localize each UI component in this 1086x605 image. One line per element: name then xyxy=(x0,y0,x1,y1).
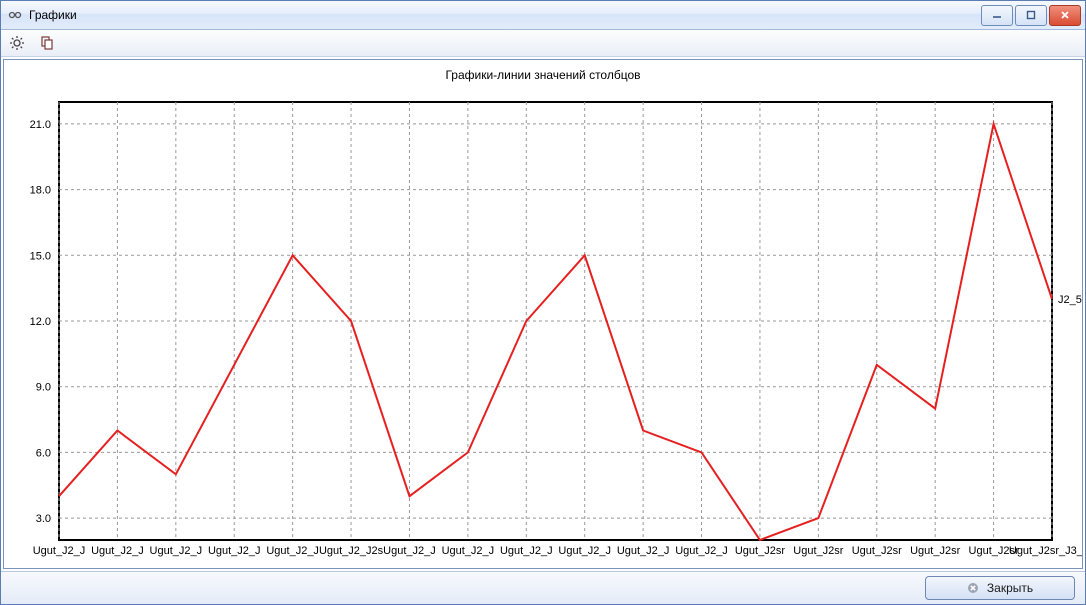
chart-title: Графики-линии значений столбцов xyxy=(4,60,1082,82)
svg-text:12.0: 12.0 xyxy=(30,316,51,328)
svg-text:Ugut_J2_J: Ugut_J2_J xyxy=(383,545,436,557)
svg-text:Ugut_J2sr: Ugut_J2sr xyxy=(910,545,960,557)
svg-text:Ugut_J2_J2s: Ugut_J2_J2s xyxy=(319,545,384,557)
settings-button[interactable] xyxy=(7,33,27,53)
svg-text:Ugut_J2sr_J3_30: Ugut_J2sr_J3_30 xyxy=(1009,545,1082,557)
svg-text:Ugut_J2_J: Ugut_J2_J xyxy=(33,545,86,557)
svg-text:Ugut_J2_J: Ugut_J2_J xyxy=(500,545,553,557)
svg-text:J2_51: J2_51 xyxy=(1058,294,1082,306)
copy-button[interactable] xyxy=(37,33,57,53)
svg-text:6.0: 6.0 xyxy=(36,447,51,459)
window-title: Графики xyxy=(29,8,77,22)
close-button[interactable]: Закрыть xyxy=(925,576,1075,600)
svg-text:3.0: 3.0 xyxy=(36,513,51,525)
svg-text:9.0: 9.0 xyxy=(36,382,51,394)
copy-icon xyxy=(39,35,55,51)
svg-text:Ugut_J2_J: Ugut_J2_J xyxy=(617,545,670,557)
close-icon xyxy=(967,582,979,594)
app-window: Графики xyxy=(0,0,1086,605)
minimize-button[interactable] xyxy=(981,5,1013,26)
chart-panel: Графики-линии значений столбцов 3.0 6.0 9.… xyxy=(3,59,1083,569)
svg-text:Ugut_J2_J: Ugut_J2_J xyxy=(558,545,611,557)
toolbar xyxy=(1,30,1085,57)
app-icon xyxy=(7,7,23,23)
title-bar: Графики xyxy=(1,1,1085,30)
svg-text:Ugut_J2_J: Ugut_J2_J xyxy=(442,545,495,557)
svg-text:Ugut_J2sr: Ugut_J2sr xyxy=(852,545,902,557)
close-button-label: Закрыть xyxy=(987,581,1033,595)
svg-text:Ugut_J2sr: Ugut_J2sr xyxy=(735,545,785,557)
svg-text:Ugut_J2sr: Ugut_J2sr xyxy=(793,545,843,557)
svg-text:21.0: 21.0 xyxy=(30,119,51,131)
svg-text:Ugut_J2_J: Ugut_J2_J xyxy=(91,545,144,557)
window-controls xyxy=(981,5,1081,26)
gear-icon xyxy=(9,35,25,51)
svg-text:18.0: 18.0 xyxy=(30,185,51,197)
svg-text:Ugut_J2_J: Ugut_J2_J xyxy=(150,545,203,557)
line-chart: 3.06.09.012.015.018.021.0Ugut_J2_JUgut_J… xyxy=(4,82,1082,569)
maximize-button[interactable] xyxy=(1015,5,1047,26)
svg-text:Ugut_J2_J: Ugut_J2_J xyxy=(266,545,319,557)
svg-text:Ugut_J2_J: Ugut_J2_J xyxy=(208,545,261,557)
svg-text:Ugut_J2_J: Ugut_J2_J xyxy=(675,545,728,557)
svg-text:15.0: 15.0 xyxy=(30,250,51,262)
footer-bar: Закрыть xyxy=(1,571,1085,604)
close-window-button[interactable] xyxy=(1049,5,1081,26)
